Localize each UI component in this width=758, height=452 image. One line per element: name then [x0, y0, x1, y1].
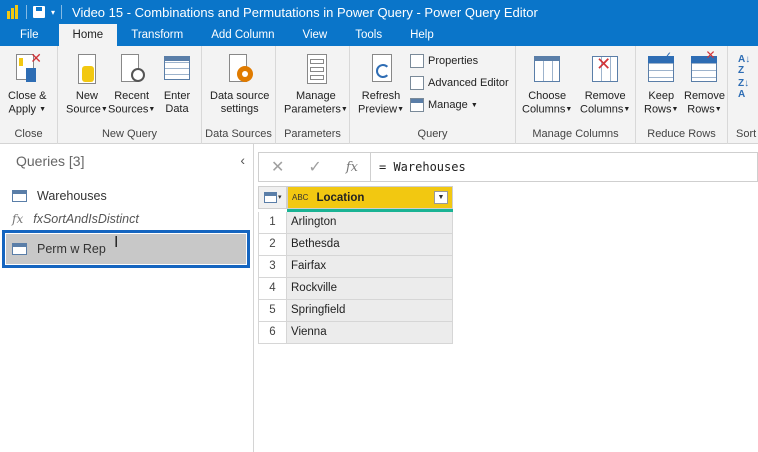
close-apply-button[interactable]: ✕ Close & Apply ▼: [8, 51, 47, 116]
refresh-preview-button[interactable]: Refresh Preview▼: [358, 52, 404, 116]
row-number: 6: [258, 322, 287, 344]
row-number: 4: [258, 278, 287, 300]
table-menu-icon: [264, 192, 277, 203]
save-icon[interactable]: [33, 6, 45, 18]
table-menu-button[interactable]: ▾: [258, 186, 287, 209]
row-number: 1: [258, 212, 287, 234]
ribbon: ✕ Close & Apply ▼ Close New Source▼ Rece…: [0, 46, 758, 144]
advanced-editor-icon: [410, 76, 424, 90]
title-bar: ▾ Video 15 - Combinations and Permutatio…: [0, 0, 758, 24]
tab-tools[interactable]: Tools: [341, 24, 396, 46]
fx-icon[interactable]: fx: [346, 160, 358, 175]
sort-descending-icon[interactable]: Z↓ A: [738, 78, 749, 100]
advanced-editor-button[interactable]: Advanced Editor: [410, 76, 509, 90]
manage-icon: [410, 98, 424, 112]
recent-sources-icon: [117, 52, 147, 86]
column-filter-dropdown-icon[interactable]: ▼: [434, 191, 448, 204]
new-source-button[interactable]: New Source▼: [66, 52, 108, 116]
enter-data-button[interactable]: Enter Data: [162, 52, 192, 116]
table-icon: [12, 190, 27, 202]
keep-rows-button[interactable]: ✓ Keep Rows▼: [644, 50, 678, 116]
group-reduce-rows: ✓ Keep Rows▼ ✕ Remove Rows▼ Reduce Rows: [636, 46, 728, 144]
column-header-location[interactable]: ABC Location ▼: [287, 186, 453, 209]
remove-columns-icon: ✕: [590, 52, 620, 86]
choose-columns-button[interactable]: Choose Columns▼: [522, 52, 572, 116]
tab-help[interactable]: Help: [396, 24, 448, 46]
tab-home[interactable]: Home: [58, 24, 118, 46]
sort-ascending-icon[interactable]: A↓ Z: [738, 54, 750, 76]
power-bi-logo-icon: [6, 5, 20, 19]
tab-transform[interactable]: Transform: [117, 24, 197, 46]
table-row: 3 Fairfax: [258, 256, 453, 278]
row-number: 2: [258, 234, 287, 256]
table-row: 1 Arlington: [258, 212, 453, 234]
group-label-query: Query: [417, 128, 448, 140]
queries-header: Queries [3]: [16, 153, 85, 169]
group-label-sort: Sort: [736, 128, 757, 140]
data-source-settings-icon: [225, 52, 255, 86]
row-number: 3: [258, 256, 287, 278]
group-query: Refresh Preview▼ Properties Advanced Edi…: [350, 46, 516, 144]
data-source-settings-button[interactable]: Data source settings: [210, 52, 269, 116]
close-apply-icon: ✕: [12, 51, 42, 86]
cancel-formula-icon[interactable]: ✕: [271, 157, 284, 177]
commit-formula-icon[interactable]: ✓: [308, 157, 321, 177]
table-row: 4 Rockville: [258, 278, 453, 300]
remove-columns-button[interactable]: ✕ Remove Columns▼: [580, 52, 630, 116]
formula-input[interactable]: = Warehouses: [371, 160, 466, 174]
group-label-manage-columns: Manage Columns: [532, 128, 619, 140]
manage-button[interactable]: Manage ▼: [410, 98, 478, 112]
choose-columns-icon: [532, 52, 562, 86]
tab-add-column[interactable]: Add Column: [197, 24, 288, 46]
group-manage-columns: Choose Columns▼ ✕ Remove Columns▼ Manage…: [516, 46, 636, 144]
group-sort: A↓ Z Z↓ A Sort: [728, 46, 758, 144]
table-icon: [12, 243, 27, 255]
refresh-preview-icon: [366, 52, 396, 86]
group-new-query: New Source▼ Recent Sources▼ Enter Data N…: [58, 46, 202, 144]
function-icon: fx: [12, 212, 24, 226]
query-item-perm-w-rep[interactable]: Perm w Rep: [12, 238, 106, 260]
tab-view[interactable]: View: [289, 24, 342, 46]
ribbon-tabs: File Home Transform Add Column View Tool…: [0, 24, 758, 46]
quick-access-dropdown-icon[interactable]: ▾: [51, 8, 55, 17]
text-type-icon[interactable]: ABC: [292, 193, 308, 202]
keep-rows-icon: ✓: [646, 50, 676, 86]
table-row: 2 Bethesda: [258, 234, 453, 256]
table-cell[interactable]: Vienna: [287, 322, 453, 344]
manage-parameters-icon: [301, 52, 331, 86]
table-cell[interactable]: Springfield: [287, 300, 453, 322]
group-label-reduce-rows: Reduce Rows: [647, 128, 716, 140]
query-item-warehouses[interactable]: Warehouses: [12, 185, 107, 207]
collapse-pane-icon[interactable]: ‹: [240, 152, 245, 168]
table-cell[interactable]: Arlington: [287, 212, 453, 234]
queries-pane: Queries [3] ‹ Warehouses fx fxSortAndIsD…: [0, 144, 254, 452]
group-close: ✕ Close & Apply ▼ Close: [0, 46, 58, 144]
group-data-sources: Data source settings Data Sources: [202, 46, 276, 144]
group-label-data-sources: Data Sources: [205, 128, 272, 140]
window-title: Video 15 - Combinations and Permutations…: [72, 4, 538, 20]
enter-data-icon: [162, 52, 192, 86]
recent-sources-button[interactable]: Recent Sources▼: [108, 52, 155, 116]
table-row: 6 Vienna: [258, 322, 453, 344]
manage-parameters-button[interactable]: Manage Parameters▼: [284, 52, 348, 116]
query-item-fxsortandisdistinct[interactable]: fx fxSortAndIsDistinct: [12, 208, 139, 230]
group-label-close: Close: [14, 128, 43, 140]
properties-button[interactable]: Properties: [410, 54, 478, 68]
remove-rows-icon: ✕: [689, 49, 719, 86]
tab-file[interactable]: File: [0, 24, 59, 46]
table-cell[interactable]: Fairfax: [287, 256, 453, 278]
new-source-icon: [72, 52, 102, 86]
table-row: 5 Springfield: [258, 300, 453, 322]
table-cell[interactable]: Bethesda: [287, 234, 453, 256]
table-cell[interactable]: Rockville: [287, 278, 453, 300]
group-label-parameters: Parameters: [284, 128, 341, 140]
properties-icon: [410, 54, 424, 68]
row-number: 5: [258, 300, 287, 322]
formula-bar-controls: ✕ ✓ fx: [259, 153, 371, 181]
group-label-new-query: New Query: [101, 128, 158, 140]
text-cursor-icon: I: [114, 233, 119, 251]
remove-rows-button[interactable]: ✕ Remove Rows▼: [684, 49, 725, 116]
group-parameters: Manage Parameters▼ Parameters: [276, 46, 350, 144]
formula-bar: ✕ ✓ fx = Warehouses: [258, 152, 758, 182]
